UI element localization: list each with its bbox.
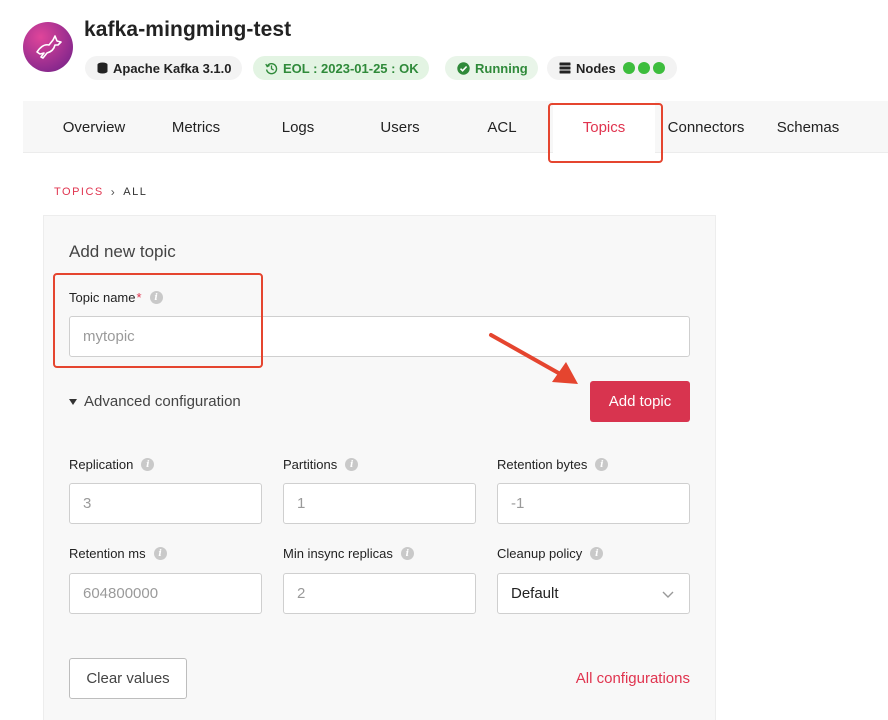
check-circle-icon (457, 61, 470, 75)
min-insync-replicas-input[interactable]: 2 (283, 573, 476, 614)
partitions-label-text: Partitions (283, 457, 338, 472)
status-badge-label: Running (475, 60, 528, 76)
partitions-label: Partitions i (283, 457, 359, 472)
tab-overview[interactable]: Overview (43, 101, 145, 153)
breadcrumb-topics-link[interactable]: TOPICS (54, 186, 104, 198)
node-status-dot (637, 62, 650, 74)
info-icon[interactable]: i (141, 458, 155, 471)
min-insync-replicas-label: Min insync replicas i (283, 546, 414, 561)
replication-input[interactable]: 3 (69, 483, 262, 524)
tab-logs[interactable]: Logs (247, 101, 349, 153)
tab-users[interactable]: Users (349, 101, 451, 153)
min-insync-replicas-label-text: Min insync replicas (283, 546, 393, 561)
database-icon (97, 62, 108, 74)
annotation-arrow-icon (489, 333, 578, 384)
tab-connectors[interactable]: Connectors (655, 101, 757, 153)
replication-label-text: Replication (69, 457, 134, 472)
retention-ms-input[interactable]: 604800000 (69, 573, 262, 614)
cleanup-policy-label-text: Cleanup policy (497, 546, 583, 561)
eol-badge-label: EOL : 2023-01-25 : OK (283, 60, 419, 76)
info-icon[interactable]: i (153, 547, 167, 560)
cleanup-policy-value: Default (511, 585, 559, 602)
version-badge-label: Apache Kafka 3.1.0 (113, 60, 232, 76)
nodes-badge: Nodes (547, 56, 677, 80)
eol-badge: EOL : 2023-01-25 : OK (253, 56, 429, 80)
breadcrumb: TOPICS › ALL (54, 185, 147, 199)
kafka-logo-icon (23, 22, 73, 72)
partitions-input[interactable]: 1 (283, 483, 476, 524)
cleanup-policy-label: Cleanup policy i (497, 546, 604, 561)
info-icon[interactable]: i (345, 458, 359, 471)
nodes-badge-label: Nodes (576, 60, 616, 76)
info-icon[interactable]: i (590, 547, 604, 560)
retention-bytes-label-text: Retention bytes (497, 457, 588, 472)
cleanup-policy-select[interactable]: Default (497, 573, 690, 614)
all-configurations-link[interactable]: All configurations (576, 670, 690, 687)
retention-bytes-input[interactable]: -1 (497, 483, 690, 524)
chevron-right-icon: › (110, 185, 117, 199)
tab-acl[interactable]: ACL (451, 101, 553, 153)
info-icon[interactable]: i (595, 458, 609, 471)
breadcrumb-current: ALL (123, 186, 148, 198)
node-status-dot (652, 62, 665, 74)
version-badge: Apache Kafka 3.1.0 (85, 56, 242, 80)
status-badge: Running (445, 56, 538, 80)
replication-label: Replication i (69, 457, 155, 472)
topics-tab-highlight (548, 103, 663, 163)
history-clock-icon (265, 62, 278, 74)
tab-bar: Overview Metrics Logs Users ACL Topics C… (23, 101, 888, 153)
retention-ms-label: Retention ms i (69, 546, 167, 561)
node-status-dot (622, 62, 635, 74)
retention-ms-label-text: Retention ms (69, 546, 146, 561)
tab-schemas[interactable]: Schemas (757, 101, 859, 153)
tab-metrics[interactable]: Metrics (145, 101, 247, 153)
advanced-configuration-toggle[interactable]: Advanced configuration (69, 393, 241, 410)
server-icon (559, 62, 571, 74)
panel-title: Add new topic (69, 242, 176, 261)
clear-values-button[interactable]: Clear values (69, 658, 187, 699)
info-icon[interactable]: i (400, 547, 414, 560)
advanced-configuration-label: Advanced configuration (84, 393, 241, 410)
retention-bytes-label: Retention bytes i (497, 457, 609, 472)
cluster-title: kafka-mingming-test (84, 18, 292, 41)
caret-down-icon (69, 398, 77, 405)
topic-name-highlight (53, 273, 263, 368)
add-topic-button[interactable]: Add topic (590, 381, 690, 422)
chevron-down-icon (662, 591, 674, 598)
